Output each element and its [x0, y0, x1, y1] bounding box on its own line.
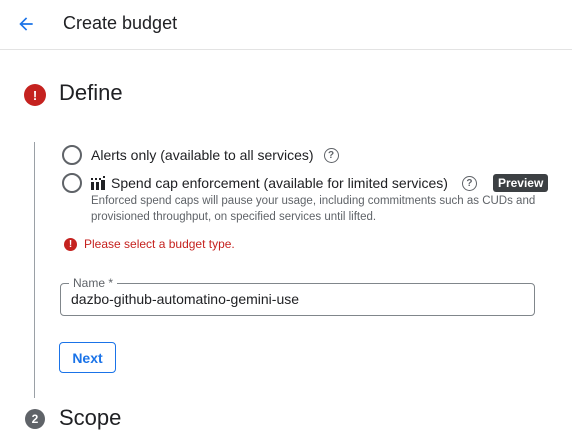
name-input[interactable]	[71, 291, 521, 307]
step-error-icon: !	[24, 84, 46, 106]
help-icon[interactable]: ?	[323, 147, 339, 163]
error-icon: !	[64, 237, 77, 251]
step-connector-line	[34, 142, 35, 398]
create-budget-page: Create budget ! Define Alerts only (avai…	[0, 0, 572, 438]
name-field-label: Name *	[69, 276, 118, 290]
back-button[interactable]	[10, 8, 42, 40]
next-button[interactable]: Next	[59, 342, 116, 373]
radio-button[interactable]	[62, 173, 82, 193]
radio-button[interactable]	[62, 145, 82, 165]
step-2-title[interactable]: Scope	[59, 405, 121, 431]
validation-error: ! Please select a budget type.	[64, 237, 235, 251]
radio-label-spend-cap: Spend cap enforcement (available for lim…	[111, 175, 448, 191]
arrow-back-icon	[19, 17, 33, 31]
name-field[interactable]: Name *	[60, 276, 535, 316]
step-1-title: Define	[59, 80, 123, 105]
radio-option-alerts-only[interactable]: Alerts only (available to all services) …	[62, 145, 339, 165]
error-message: Please select a budget type.	[84, 237, 235, 251]
help-icon[interactable]: ?	[461, 175, 477, 191]
page-title: Create budget	[63, 13, 178, 33]
radio-label-alerts-only: Alerts only (available to all services)	[91, 147, 314, 163]
page-header: Create budget	[0, 0, 572, 50]
step-2-number: 2	[25, 409, 45, 429]
preview-badge: Preview	[492, 174, 549, 192]
radio-option-spend-cap[interactable]: Spend cap enforcement (available for lim…	[62, 173, 549, 193]
spend-cap-icon	[91, 176, 105, 190]
spend-cap-description: Enforced spend caps will pause your usag…	[91, 195, 536, 223]
